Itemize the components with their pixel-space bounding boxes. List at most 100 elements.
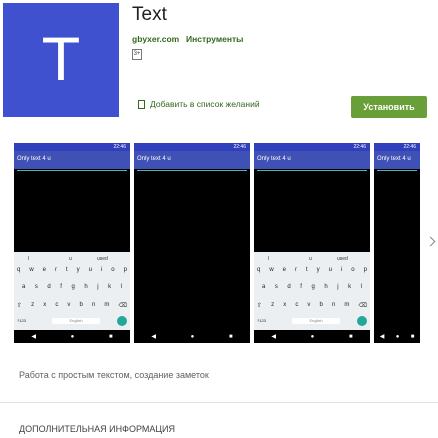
key: x — [43, 302, 47, 308]
key: u — [88, 267, 92, 273]
key: r — [54, 267, 57, 273]
key: v — [307, 302, 311, 308]
key: r — [294, 267, 297, 273]
add-to-wishlist-button[interactable]: Добавить в список желаний — [138, 99, 260, 109]
status-time: 22:46 — [353, 144, 366, 150]
key: e — [282, 267, 286, 273]
key: m — [344, 302, 350, 308]
key: w — [29, 267, 34, 273]
key: s — [34, 284, 38, 290]
suggestion: I — [268, 256, 270, 262]
key: a — [262, 284, 266, 290]
screenshot-thumbnail[interactable]: 22:46 Only text 4 u Iu used q w e r t y u i o p a s d f g h… — [254, 143, 370, 343]
key: o — [351, 267, 355, 273]
back-icon: ◀ — [151, 334, 156, 340]
screenshot-thumbnail[interactable]: 22:46 Only text 4 u ◀ ● ■ — [134, 143, 250, 343]
keyboard-row: asdfghjkl — [22, 284, 122, 290]
home-icon: ● — [310, 333, 315, 340]
suggestion: used — [337, 256, 348, 262]
suggestion: I — [28, 256, 30, 262]
nav-bar: ◀ ● ■ — [254, 330, 370, 343]
bookmark-icon — [138, 99, 145, 109]
divider — [0, 402, 438, 403]
key: w — [269, 267, 274, 273]
wishlist-label: Добавить в список желаний — [150, 99, 260, 109]
home-icon: ● — [395, 333, 400, 340]
developer-link[interactable]: gbyxer.com — [132, 34, 179, 44]
app-title: Text — [132, 4, 167, 25]
app-icon: T — [3, 3, 119, 117]
keyboard-row: qwertyuiop — [257, 267, 367, 273]
chevron-right-icon[interactable] — [425, 236, 436, 247]
home-icon: ● — [70, 333, 75, 340]
status-time: 22:46 — [233, 144, 246, 150]
enter-key — [117, 316, 127, 326]
key: t — [65, 267, 68, 273]
key: y — [316, 267, 320, 273]
key: y — [76, 267, 80, 273]
key: ⌫ — [118, 303, 127, 309]
screenshot-thumbnail[interactable]: 22:46 Only text 4 u Iu used q w e r t y u i o p a s d f g h… — [14, 143, 130, 343]
key: c — [55, 302, 59, 308]
back-icon: ◀ — [31, 334, 36, 340]
app-description: Работа с простым текстом, создание замет… — [19, 370, 209, 380]
key: v — [67, 302, 71, 308]
editor-underline — [257, 170, 367, 171]
key: x — [283, 302, 287, 308]
key: n — [331, 302, 336, 308]
recents-icon: ■ — [349, 333, 353, 340]
key: j — [97, 284, 99, 290]
suggestion: u — [309, 256, 312, 262]
key: d — [287, 284, 291, 290]
status-bar: 22:46 — [134, 143, 250, 151]
editor-text: Only text 4 u — [17, 156, 51, 162]
back-icon: ◀ — [271, 334, 276, 340]
key: g — [71, 284, 75, 290]
more-info-heading: ДОПОЛНИТЕЛЬНАЯ ИНФОРМАЦИЯ — [19, 424, 175, 434]
editor-text: Only text 4 u — [137, 156, 171, 162]
category-link[interactable]: Инструменты — [186, 34, 243, 44]
editor-text: Only text 4 u — [377, 156, 411, 162]
key: g — [311, 284, 315, 290]
recents-icon: ■ — [410, 333, 415, 340]
keyboard-row: asdfghjkl — [262, 284, 362, 290]
key: i — [100, 267, 103, 273]
symbols-key: ?123 — [17, 318, 26, 323]
key: p — [363, 267, 367, 273]
key: h — [84, 284, 88, 290]
status-bar: 22:46 — [374, 143, 420, 151]
key: s — [274, 284, 278, 290]
editor-text: Only text 4 u — [257, 156, 291, 162]
key: k — [348, 284, 352, 290]
key: ⇧ — [17, 303, 23, 309]
key: i — [340, 267, 343, 273]
keyboard-row: ⇧ z x c v b n m ⌫ — [17, 302, 127, 309]
editor-underline — [377, 170, 417, 171]
status-time: 22:46 — [403, 144, 416, 150]
status-bar: 22:46 — [254, 143, 370, 151]
screenshot-thumbnail[interactable]: 22:46 Only text 4 u ◀ ● ■ — [374, 143, 420, 343]
enter-key — [357, 316, 367, 326]
nav-bar: ◀ ● ■ — [14, 330, 130, 343]
nav-bar: ◀ ● ■ — [374, 330, 420, 343]
key: q — [257, 267, 261, 273]
symbols-key: ?123 — [257, 318, 266, 323]
key: b — [319, 302, 323, 308]
key: n — [91, 302, 96, 308]
key: c — [295, 302, 299, 308]
key: f — [60, 284, 62, 290]
key: j — [337, 284, 339, 290]
key: m — [104, 302, 110, 308]
recents-icon: ■ — [229, 333, 233, 340]
suggestion: used — [97, 256, 108, 262]
install-button[interactable]: Установить — [351, 96, 427, 118]
key: ⇧ — [257, 303, 263, 309]
key: q — [17, 267, 21, 273]
space-key: English — [292, 318, 340, 324]
key: b — [79, 302, 83, 308]
key: u — [328, 267, 332, 273]
status-time: 22:46 — [113, 144, 126, 150]
keyboard-row: qwertyuiop — [17, 267, 127, 273]
key: f — [300, 284, 302, 290]
suggestion: u — [69, 256, 72, 262]
